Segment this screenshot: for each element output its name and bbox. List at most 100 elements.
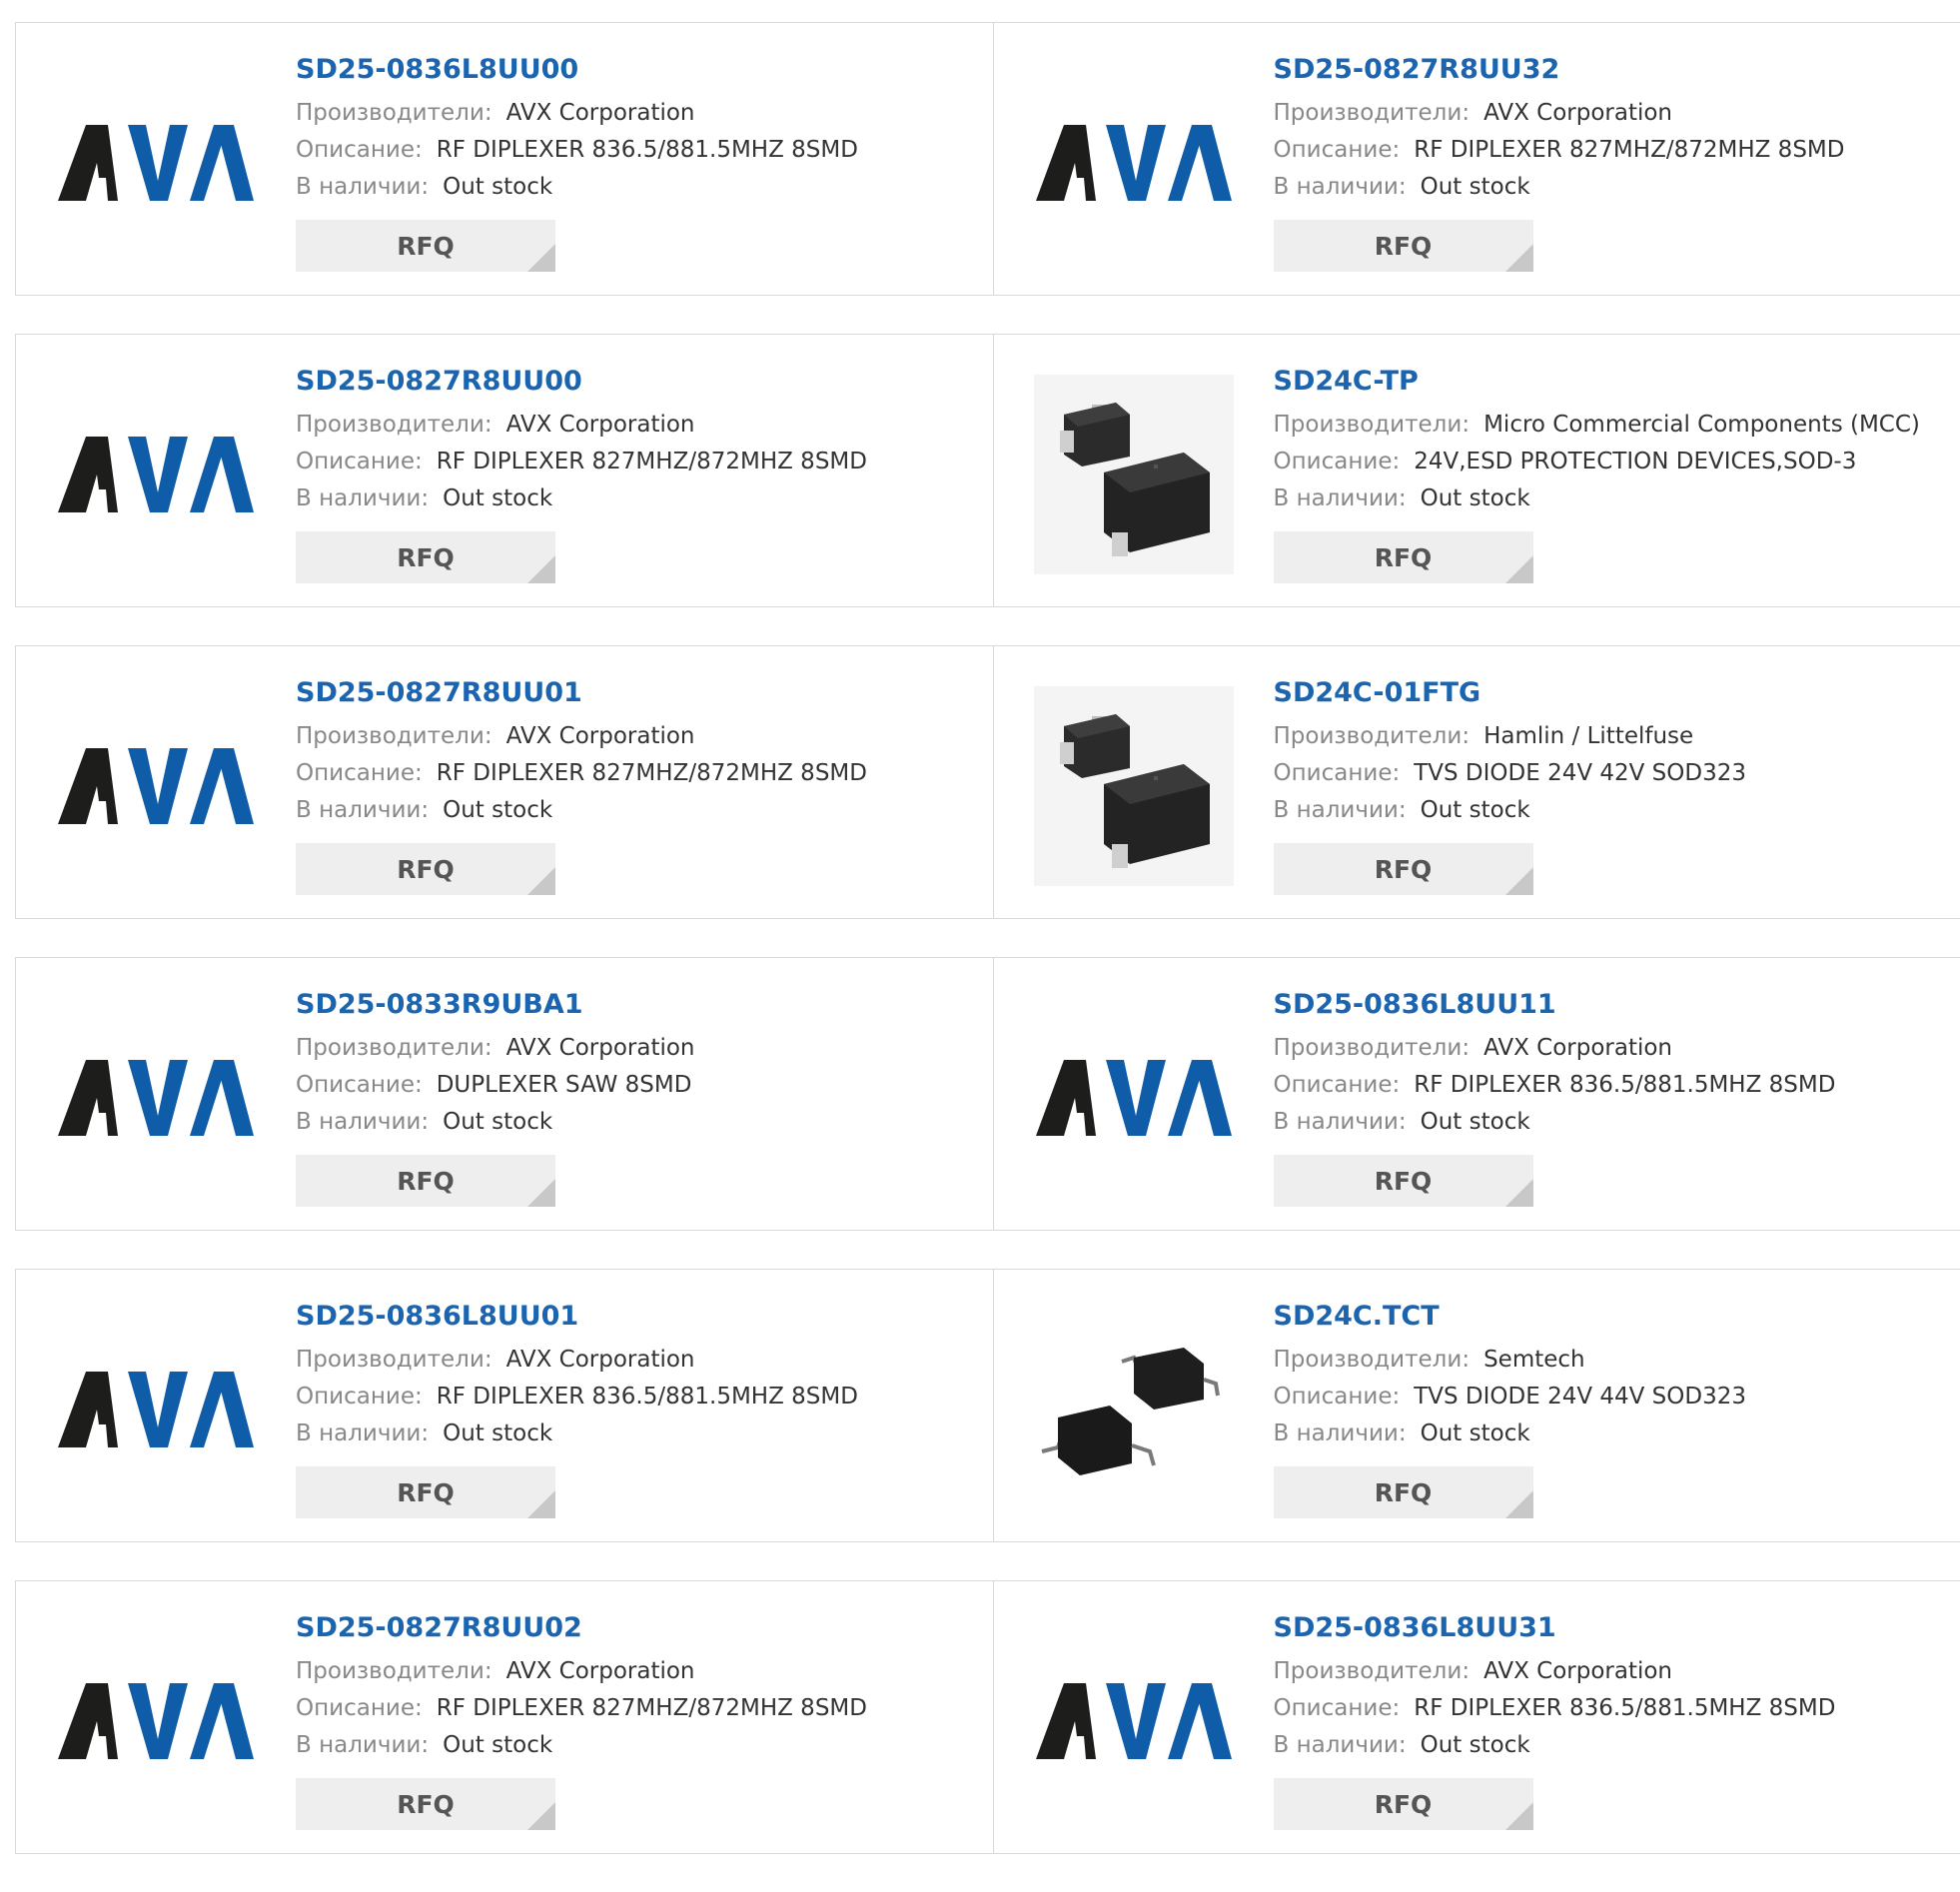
product-info: SD24C.TCTПроизводители:SemtechОписание:T… — [1274, 1300, 1747, 1518]
description-value: TVS DIODE 24V 44V SOD323 — [1414, 1384, 1746, 1410]
manufacturer-value: AVX Corporation — [506, 100, 695, 126]
stock-row: В наличии: Out stock — [1274, 480, 1920, 517]
corner-triangle-icon — [527, 1179, 555, 1207]
stock-value: Out stock — [1421, 1420, 1530, 1446]
part-number-link[interactable]: SD24C-01FTG — [1274, 676, 1747, 710]
product-info: SD25-0827R8UU00Производители:AVX Corpora… — [296, 365, 867, 583]
stock-row: В наличии:Out stock — [296, 1416, 858, 1452]
stock-value: Out stock — [1421, 485, 1530, 511]
product-info: SD25-0827R8UU32 Производители:AVX Corpora… — [1274, 53, 1845, 272]
rfq-button[interactable]: RFQ — [296, 1466, 555, 1518]
corner-triangle-icon — [1505, 244, 1533, 272]
stock-row: В наличии:Out stock — [296, 792, 867, 829]
manufacturer-label: Производители: — [296, 1035, 492, 1061]
part-number-link[interactable]: SD25-0836L8UU31 — [1274, 1611, 1836, 1645]
stock-row: В наличии:Out stock — [296, 1104, 695, 1141]
description-label: Описание: — [296, 137, 423, 163]
product-photo[interactable] — [1034, 375, 1234, 574]
rfq-button[interactable]: RFQ — [1274, 1778, 1533, 1830]
stock-label: В наличии: — [1274, 1420, 1407, 1446]
description-row: Описание:RF DIPLEXER 827MHZ/872MHZ 8SMD — [296, 1690, 867, 1727]
stock-value: Out stock — [1421, 797, 1530, 823]
product-card: SD25-0836L8UU11 Производители:AVX Corpora… — [993, 958, 1960, 1230]
rfq-button[interactable]: RFQ — [296, 1155, 555, 1207]
stock-value: Out stock — [1421, 174, 1530, 200]
part-number-link[interactable]: SD25-0827R8UU02 — [296, 1611, 867, 1645]
manufacturer-row: Производители:AVX Corporation — [296, 1342, 858, 1379]
stock-row: В наличии:Out stock — [1274, 169, 1845, 206]
avx-logo[interactable] — [56, 63, 256, 263]
part-number-link[interactable]: SD25-0836L8UU11 — [1274, 988, 1836, 1022]
description-value: RF DIPLEXER 827MHZ/872MHZ 8SMD — [437, 449, 867, 474]
manufacturer-row: Производители:Hamlin / Littelfuse — [1274, 718, 1747, 755]
product-row: SD25-0827R8UU00Производители:AVX Corpora… — [15, 334, 1960, 607]
rfq-button[interactable]: RFQ — [1274, 1466, 1533, 1518]
description-label: Описание: — [296, 1384, 423, 1410]
avx-logo[interactable] — [56, 1621, 256, 1821]
stock-label: В наличии: — [1274, 1732, 1407, 1758]
product-info: SD24C-TP Производители:Micro Commercial C… — [1274, 365, 1920, 583]
product-row: SD25-0836L8UU01 Производители:AVX Corpora… — [15, 1269, 1960, 1542]
part-number-link[interactable]: SD25-0836L8UU00 — [296, 53, 858, 87]
description-label: Описание: — [1274, 1072, 1401, 1098]
rfq-button[interactable]: RFQ — [1274, 531, 1533, 583]
product-info: SD25-0833R9UBA1Производители:AVX Corpora… — [296, 988, 695, 1207]
avx-logo[interactable] — [56, 998, 256, 1198]
description-value: TVS DIODE 24V 42V SOD323 — [1414, 760, 1746, 786]
stock-row: В наличии:Out stock — [296, 480, 867, 517]
corner-triangle-icon — [1505, 555, 1533, 583]
product-info: SD25-0836L8UU31Производители:AVX Corpora… — [1274, 1611, 1836, 1830]
product-info: SD25-0836L8UU00 Производители: AVX Corpora… — [296, 53, 858, 272]
manufacturer-label: Производители: — [1274, 723, 1470, 749]
description-value: RF DIPLEXER 836.5/881.5MHZ 8SMD — [437, 137, 858, 163]
manufacturer-row: Производители:AVX Corporation — [1274, 1030, 1836, 1067]
description-row: Описание: TVS DIODE 24V 42V SOD323 — [1274, 755, 1747, 792]
manufacturer-label: Производители: — [296, 1658, 492, 1684]
manufacturer-label: Производители: — [1274, 1347, 1470, 1373]
product-photo[interactable] — [1034, 686, 1234, 886]
avx-logo[interactable] — [56, 686, 256, 886]
stock-label: В наличии: — [1274, 1109, 1407, 1135]
rfq-button[interactable]: RFQ — [296, 1778, 555, 1830]
part-number-link[interactable]: SD25-0827R8UU01 — [296, 676, 867, 710]
part-number-link[interactable]: SD25-0833R9UBA1 — [296, 988, 695, 1022]
rfq-button[interactable]: RFQ — [296, 531, 555, 583]
stock-value: Out stock — [443, 1420, 552, 1446]
product-photo[interactable] — [1034, 1310, 1234, 1509]
corner-triangle-icon — [1505, 867, 1533, 895]
avx-logo[interactable] — [56, 1310, 256, 1509]
stock-label: В наличии: — [1274, 485, 1407, 511]
manufacturer-label: Производители: — [296, 100, 492, 126]
description-value: RF DIPLEXER 836.5/881.5MHZ 8SMD — [1414, 1695, 1835, 1721]
stock-value: Out stock — [443, 1109, 552, 1135]
avx-logo[interactable] — [56, 375, 256, 574]
corner-triangle-icon — [527, 555, 555, 583]
rfq-button[interactable]: RFQ — [296, 843, 555, 895]
part-number-link[interactable]: SD25-0827R8UU00 — [296, 365, 867, 399]
avx-logo[interactable] — [1034, 1621, 1234, 1821]
avx-logo[interactable] — [1034, 63, 1234, 263]
description-label: Описание: — [1274, 760, 1401, 786]
corner-triangle-icon — [527, 1802, 555, 1830]
description-value: RF DIPLEXER 836.5/881.5MHZ 8SMD — [1414, 1072, 1835, 1098]
rfq-button[interactable]: RFQ — [1274, 220, 1533, 272]
product-card: SD25-0836L8UU00 Производители: AVX Corpora… — [16, 23, 993, 295]
part-number-link[interactable]: SD24C-TP — [1274, 365, 1920, 399]
description-row: Описание:RF DIPLEXER 827MHZ/872MHZ 8SMD — [1274, 132, 1845, 169]
part-number-link[interactable]: SD25-0836L8UU01 — [296, 1300, 858, 1334]
manufacturer-value: AVX Corporation — [506, 723, 695, 749]
description-label: Описание: — [1274, 137, 1401, 163]
stock-label: В наличии: — [296, 797, 429, 823]
part-number-link[interactable]: SD24C.TCT — [1274, 1300, 1747, 1334]
part-number-link[interactable]: SD25-0827R8UU32 — [1274, 53, 1845, 87]
manufacturer-row: Производители:AVX Corporation — [1274, 95, 1845, 132]
rfq-button[interactable]: RFQ — [296, 220, 555, 272]
manufacturer-label: Производители: — [296, 723, 492, 749]
rfq-button[interactable]: RFQ — [1274, 843, 1533, 895]
corner-triangle-icon — [527, 867, 555, 895]
avx-logo[interactable] — [1034, 998, 1234, 1198]
rfq-button[interactable]: RFQ — [1274, 1155, 1533, 1207]
manufacturer-row: Производители:Micro Commercial Component… — [1274, 407, 1920, 444]
product-info: SD25-0836L8UU11 Производители:AVX Corpora… — [1274, 988, 1836, 1207]
description-value: RF DIPLEXER 836.5/881.5MHZ 8SMD — [437, 1384, 858, 1410]
